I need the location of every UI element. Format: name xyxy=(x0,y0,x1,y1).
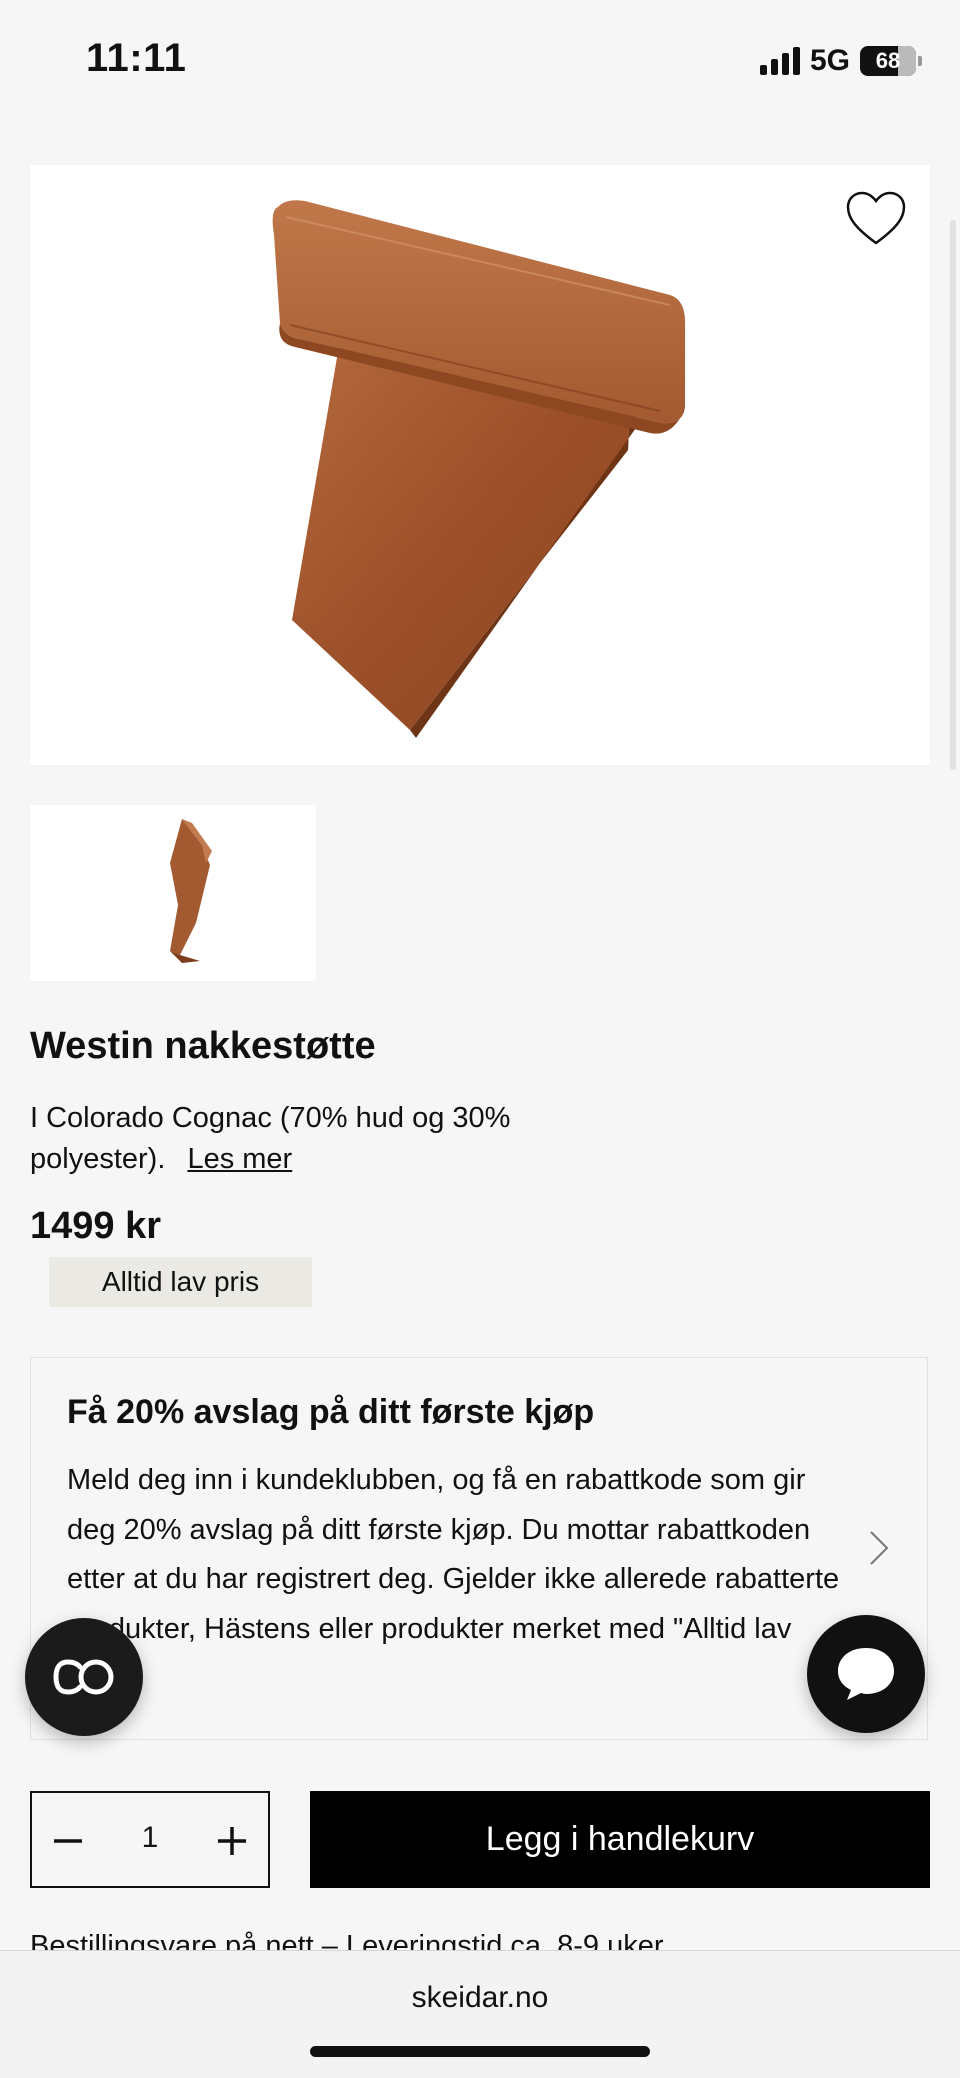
signal-icon xyxy=(759,47,800,75)
add-to-cart-button[interactable]: Legg i handlekurv xyxy=(310,1791,930,1888)
battery-icon: 68 xyxy=(860,46,922,76)
loyalty-club-button[interactable] xyxy=(25,1618,143,1736)
product-thumbnail[interactable] xyxy=(30,805,316,981)
plus-icon[interactable] xyxy=(214,1823,250,1859)
home-indicator[interactable] xyxy=(310,2046,650,2057)
network-label: 5G xyxy=(809,44,850,77)
product-price: 1499 kr xyxy=(30,1205,162,1247)
chat-button[interactable] xyxy=(807,1615,925,1733)
promo-text: Meld deg inn i kundeklubben, og få en ra… xyxy=(67,1464,840,1694)
thumbnail-image xyxy=(170,819,212,963)
neck-pillow-image xyxy=(272,200,686,738)
url-text[interactable]: skeidar.no xyxy=(0,1981,960,2015)
heart-outline-icon[interactable] xyxy=(844,189,908,249)
promo-card[interactable]: Få 20% avslag på ditt første kjøp Meld d… xyxy=(30,1357,928,1740)
status-time: 11:11 xyxy=(86,36,187,80)
price-badge: Alltid lav pris xyxy=(49,1257,312,1307)
promo-title: Få 20% avslag på ditt første kjøp xyxy=(67,1393,595,1431)
loyalty-club-icon xyxy=(53,1659,114,1695)
quantity-stepper[interactable]: 1 xyxy=(30,1791,270,1888)
status-indicators: 5G 68 xyxy=(759,44,922,78)
status-bar: 11:11 5G 68 xyxy=(0,0,960,120)
chat-bubble-icon xyxy=(838,1648,894,1700)
product-image[interactable] xyxy=(30,165,930,765)
product-title: Westin nakkestøtte xyxy=(30,1025,376,1067)
browser-address-bar[interactable]: skeidar.no xyxy=(0,1950,960,2078)
chevron-right-icon[interactable] xyxy=(867,1528,891,1568)
read-more-link[interactable]: Les mer xyxy=(187,1143,292,1175)
battery-level: 68 xyxy=(875,48,901,73)
product-description: I Colorado Cognac (70% hud og 30% polyes… xyxy=(30,1098,590,1180)
scrollbar[interactable] xyxy=(950,220,956,770)
